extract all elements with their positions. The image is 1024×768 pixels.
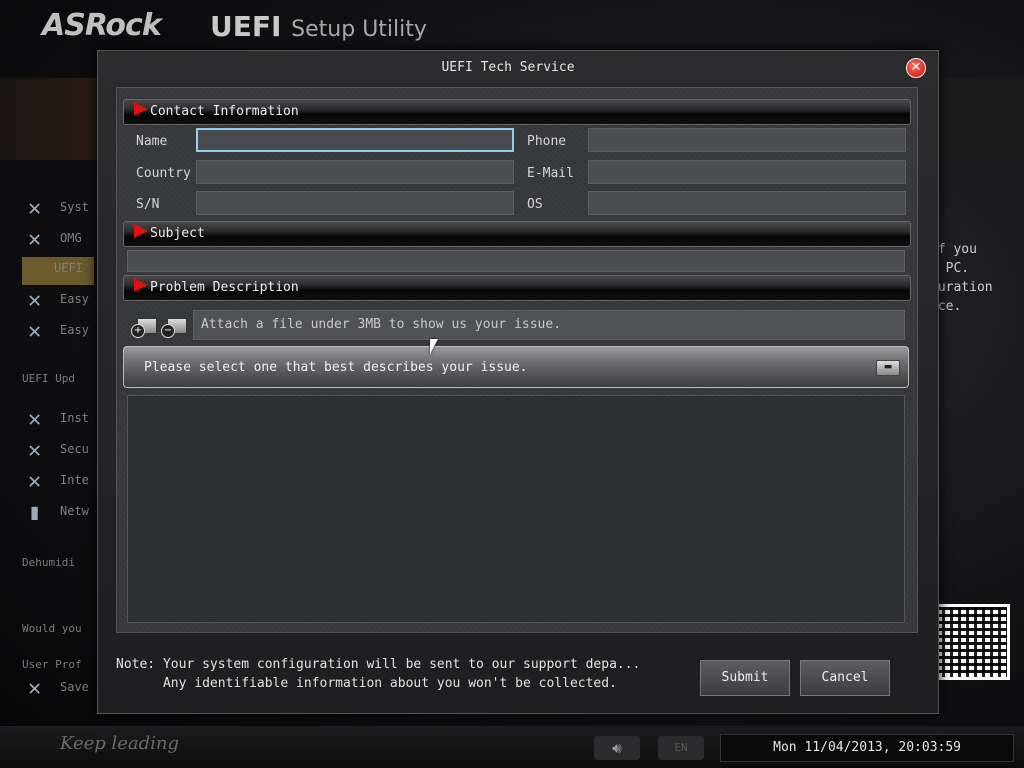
- section-title: Contact Information: [150, 104, 299, 119]
- mouse-cursor: [430, 339, 438, 354]
- triangle-right-icon: [134, 102, 148, 116]
- os-label: OS: [527, 197, 543, 212]
- country-field[interactable]: [196, 160, 514, 184]
- triangle-right-icon: [134, 278, 148, 292]
- app-title-main: UEFI: [210, 10, 282, 43]
- section-header-contact: Contact Information: [123, 99, 911, 125]
- dialog-titlebar: UEFI Tech Service ✕: [98, 51, 938, 87]
- asrock-logo: ASRock: [42, 8, 162, 43]
- tool-item[interactable]: OMG ✕: [28, 227, 82, 255]
- qr-code: [934, 604, 1010, 680]
- sn-label: S/N: [136, 197, 160, 212]
- tool-item-label: Secu: [60, 442, 89, 456]
- submit-button[interactable]: Submit: [700, 660, 790, 696]
- tool-item[interactable]: Easy ✕: [28, 288, 89, 316]
- language-button[interactable]: EN: [658, 736, 704, 760]
- tool-item-label: Netw: [60, 504, 89, 518]
- app-title-sub: Setup Utility: [291, 17, 427, 42]
- attach-remove-icon[interactable]: −: [161, 316, 187, 338]
- tool-item-label: Inst: [60, 411, 89, 425]
- info-line: ice.: [930, 299, 962, 314]
- tool-list: Syst ✕ OMG ✕ UEFI Easy ✕ Easy ✕ UEFI Upd Ins…: [0, 160, 100, 720]
- app-title: UEFI Setup Utility: [210, 10, 427, 43]
- info-line: guration: [930, 280, 993, 295]
- section-title: Problem Description: [150, 280, 299, 295]
- dialog-title: UEFI Tech Service: [441, 60, 575, 75]
- section-header-subject: Subject: [123, 221, 911, 247]
- form-panel: Contact Information Name Phone Country E…: [116, 87, 918, 633]
- tool-item[interactable]: Save ✕: [28, 676, 89, 704]
- tool-item-label: Inte: [60, 473, 89, 487]
- tool-item[interactable]: Inst ✕: [28, 407, 89, 435]
- section-label: Dehumidi: [22, 556, 75, 569]
- tool-item-label: UEFI: [54, 261, 83, 275]
- section-title: Subject: [150, 226, 205, 241]
- datetime-display: Mon 11/04/2013, 20:03:59: [720, 734, 1014, 762]
- sn-field[interactable]: [196, 191, 514, 215]
- tech-service-dialog: UEFI Tech Service ✕ Contact Information …: [97, 50, 939, 714]
- tool-item-label: OMG: [60, 231, 82, 245]
- email-label: E-Mail: [527, 166, 574, 181]
- name-label: Name: [136, 134, 168, 149]
- tool-item[interactable]: Easy ✕: [28, 319, 89, 347]
- issue-category-select[interactable]: Please select one that best describes yo…: [123, 346, 909, 388]
- brand-slogan: Keep leading: [60, 733, 180, 754]
- section-label: UEFI Upd: [22, 372, 75, 385]
- triangle-right-icon: [134, 224, 148, 238]
- section-label: User Prof: [22, 658, 82, 671]
- tool-item[interactable]: Netw ▮: [28, 500, 89, 528]
- info-line: if you: [930, 242, 977, 257]
- tool-item-label: Easy: [60, 323, 89, 337]
- phone-field[interactable]: [588, 128, 906, 152]
- name-field[interactable]: [196, 128, 514, 152]
- info-line: r PC.: [930, 261, 970, 276]
- subject-field[interactable]: [127, 250, 905, 272]
- note-line: Note: Your system configuration will be …: [116, 657, 641, 672]
- info-text: if you r PC. guration ice.: [930, 240, 993, 316]
- tool-item-label: Save: [60, 680, 89, 694]
- os-field[interactable]: [588, 191, 906, 215]
- tool-item[interactable]: Inte ✕: [28, 469, 89, 497]
- attach-add-icon[interactable]: +: [131, 316, 157, 338]
- close-icon[interactable]: ✕: [906, 58, 926, 78]
- phone-label: Phone: [527, 134, 567, 149]
- chevron-down-icon[interactable]: ▬: [876, 360, 900, 376]
- cancel-button[interactable]: Cancel: [800, 660, 890, 696]
- tool-item-label: Easy: [60, 292, 89, 306]
- privacy-note: Note: Your system configuration will be …: [116, 655, 640, 693]
- tool-item[interactable]: Secu ✕: [28, 438, 89, 466]
- tool-item[interactable]: Syst ✕: [28, 196, 89, 224]
- problem-description-textarea[interactable]: [127, 395, 905, 623]
- note-line: Any identifiable information about you w…: [116, 676, 617, 691]
- attach-file-field[interactable]: Attach a file under 3MB to show us your …: [193, 310, 905, 340]
- section-label: Would you: [22, 622, 82, 635]
- email-field[interactable]: [588, 160, 906, 184]
- issue-select-value: Please select one that best describes yo…: [144, 360, 528, 375]
- tool-item-selected[interactable]: UEFI: [22, 257, 94, 285]
- section-header-problem: Problem Description: [123, 275, 911, 301]
- speaker-icon[interactable]: 🔊︎: [594, 736, 640, 760]
- country-label: Country: [136, 166, 191, 181]
- tool-item-label: Syst: [60, 200, 89, 214]
